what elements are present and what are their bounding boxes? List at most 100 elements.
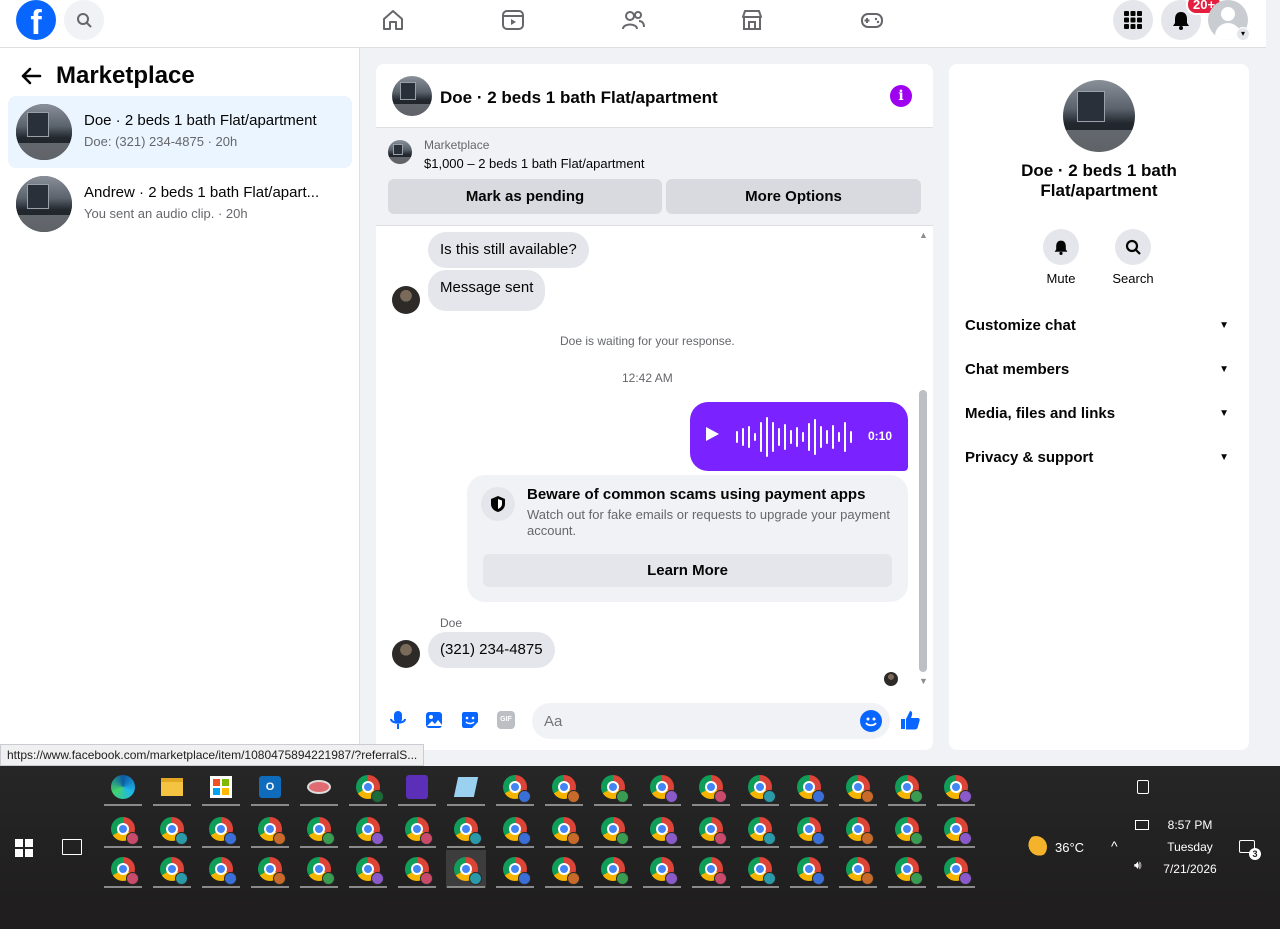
volume-icon[interactable]: 🔊︎ [1134, 858, 1142, 873]
chevron-down-icon[interactable]: ▾ [1236, 27, 1250, 41]
mark-as-pending-button[interactable]: Mark as pending [388, 179, 662, 214]
chrome-profile-icon[interactable] [740, 850, 780, 888]
chrome-profile-icon[interactable] [789, 850, 829, 888]
chrome-profile-icon[interactable] [544, 810, 584, 848]
photo-icon[interactable] [422, 708, 446, 732]
network-icon[interactable] [1135, 820, 1149, 830]
chrome-profile-icon[interactable] [691, 768, 731, 806]
file-explorer-icon[interactable] [152, 768, 192, 806]
listing-title[interactable]: $1,000 – 2 beds 1 bath Flat/apartment [424, 156, 644, 171]
listing-thumbnail[interactable] [392, 76, 432, 116]
mute-button[interactable]: Mute [1031, 229, 1091, 286]
chrome-profile-icon[interactable] [250, 850, 290, 888]
audio-message[interactable]: 0:10 [690, 402, 908, 471]
edge-icon[interactable] [103, 768, 143, 806]
chevron-up-icon[interactable]: ^ [1111, 838, 1118, 854]
task-view-icon[interactable] [62, 839, 82, 855]
chat-scrollbar[interactable]: ▲ ▼ [916, 230, 930, 688]
chrome-profile-icon[interactable] [789, 768, 829, 806]
chrome-profile-icon[interactable] [789, 810, 829, 848]
scroll-down-icon[interactable]: ▼ [919, 676, 928, 686]
chrome-profile-icon[interactable] [299, 850, 339, 888]
chrome-profile-icon[interactable] [495, 810, 535, 848]
back-arrow-icon[interactable] [20, 65, 42, 87]
chrome-profile-icon[interactable] [838, 810, 878, 848]
chrome-profile-icon[interactable] [642, 850, 682, 888]
chrome-profile-icon[interactable] [740, 810, 780, 848]
outlook-icon[interactable]: O [250, 768, 290, 806]
nav-friends[interactable] [617, 4, 649, 36]
more-options-button[interactable]: More Options [666, 179, 921, 214]
meet-now-icon[interactable] [1137, 780, 1149, 794]
customize-chat-section[interactable]: Customize chat ▼ [965, 317, 1233, 341]
listing-photo[interactable] [1063, 80, 1135, 152]
chrome-profile-icon[interactable] [740, 768, 780, 806]
nav-marketplace[interactable] [736, 4, 768, 36]
clock-day[interactable]: Tuesday [1162, 840, 1218, 854]
clock-time[interactable]: 8:57 PM [1162, 818, 1218, 832]
scrollbar-thumb[interactable] [919, 390, 927, 672]
chrome-profile-icon[interactable] [495, 850, 535, 888]
play-icon[interactable] [706, 427, 719, 441]
gif-icon[interactable]: GIF [494, 708, 518, 732]
conversation-item[interactable]: Doe · 2 beds 1 bath Flat/apartment Doe: … [8, 96, 352, 168]
app-icon[interactable] [397, 768, 437, 806]
chrome-profile-icon[interactable] [152, 850, 192, 888]
menu-button[interactable] [1113, 0, 1153, 40]
privacy-support-section[interactable]: Privacy & support ▼ [965, 449, 1233, 473]
microphone-icon[interactable] [386, 708, 410, 732]
chrome-profile-icon[interactable] [152, 810, 192, 848]
chrome-profile-icon[interactable] [593, 810, 633, 848]
chrome-profile-icon[interactable] [691, 810, 731, 848]
chrome-profile-icon[interactable] [495, 768, 535, 806]
scroll-up-icon[interactable]: ▲ [919, 230, 928, 240]
chrome-profile-icon[interactable] [936, 850, 976, 888]
chrome-profile-icon[interactable] [838, 850, 878, 888]
weather-temperature[interactable]: 36°C [1055, 840, 1084, 855]
chrome-profile-icon[interactable] [397, 810, 437, 848]
chrome-profile-icon[interactable] [642, 768, 682, 806]
chrome-profile-icon[interactable] [642, 810, 682, 848]
sender-avatar[interactable] [392, 640, 420, 668]
chrome-profile-icon[interactable] [936, 768, 976, 806]
windows-start-icon[interactable] [15, 839, 33, 857]
chrome-profile-icon[interactable] [446, 810, 486, 848]
chrome-profile-icon[interactable] [103, 850, 143, 888]
chrome-profile-icon[interactable] [250, 810, 290, 848]
chrome-profile-icon[interactable] [397, 850, 437, 888]
chrome-icon[interactable] [348, 768, 388, 806]
learn-more-button[interactable]: Learn More [483, 554, 892, 587]
search-button[interactable] [64, 0, 104, 40]
nav-home[interactable] [377, 4, 409, 36]
emoji-icon[interactable] [860, 710, 882, 732]
chrome-profile-icon[interactable] [103, 810, 143, 848]
weather-icon[interactable] [1025, 836, 1047, 858]
sender-avatar[interactable] [392, 286, 420, 314]
info-icon[interactable]: i [890, 85, 912, 107]
media-files-links-section[interactable]: Media, files and links ▼ [965, 405, 1233, 429]
chrome-profile-icon[interactable] [348, 850, 388, 888]
chat-members-section[interactable]: Chat members ▼ [965, 361, 1233, 385]
sticker-icon[interactable] [458, 708, 482, 732]
chrome-profile-icon[interactable] [936, 810, 976, 848]
chrome-profile-icon[interactable] [201, 850, 241, 888]
nav-gaming[interactable] [856, 4, 888, 36]
chrome-profile-icon[interactable] [593, 850, 633, 888]
snipping-tool-icon[interactable] [299, 768, 339, 806]
microsoft-store-icon[interactable] [201, 768, 241, 806]
chrome-profile-icon[interactable] [838, 768, 878, 806]
message-input[interactable] [532, 703, 890, 739]
search-conversation-button[interactable]: Search [1103, 229, 1163, 286]
page-scrollbar[interactable] [1266, 0, 1280, 766]
conversation-item[interactable]: Andrew · 2 beds 1 bath Flat/apart... You… [8, 168, 352, 240]
chrome-profile-icon[interactable] [544, 850, 584, 888]
chrome-profile-icon[interactable] [593, 768, 633, 806]
clock-date[interactable]: 7/21/2026 [1158, 862, 1222, 876]
chrome-profile-icon[interactable] [887, 810, 927, 848]
chrome-profile-icon[interactable] [201, 810, 241, 848]
facebook-logo[interactable]: f [16, 0, 56, 40]
chrome-profile-icon[interactable] [887, 768, 927, 806]
chrome-profile-icon[interactable] [887, 850, 927, 888]
chrome-profile-icon[interactable] [544, 768, 584, 806]
notepad-icon[interactable] [446, 768, 486, 806]
